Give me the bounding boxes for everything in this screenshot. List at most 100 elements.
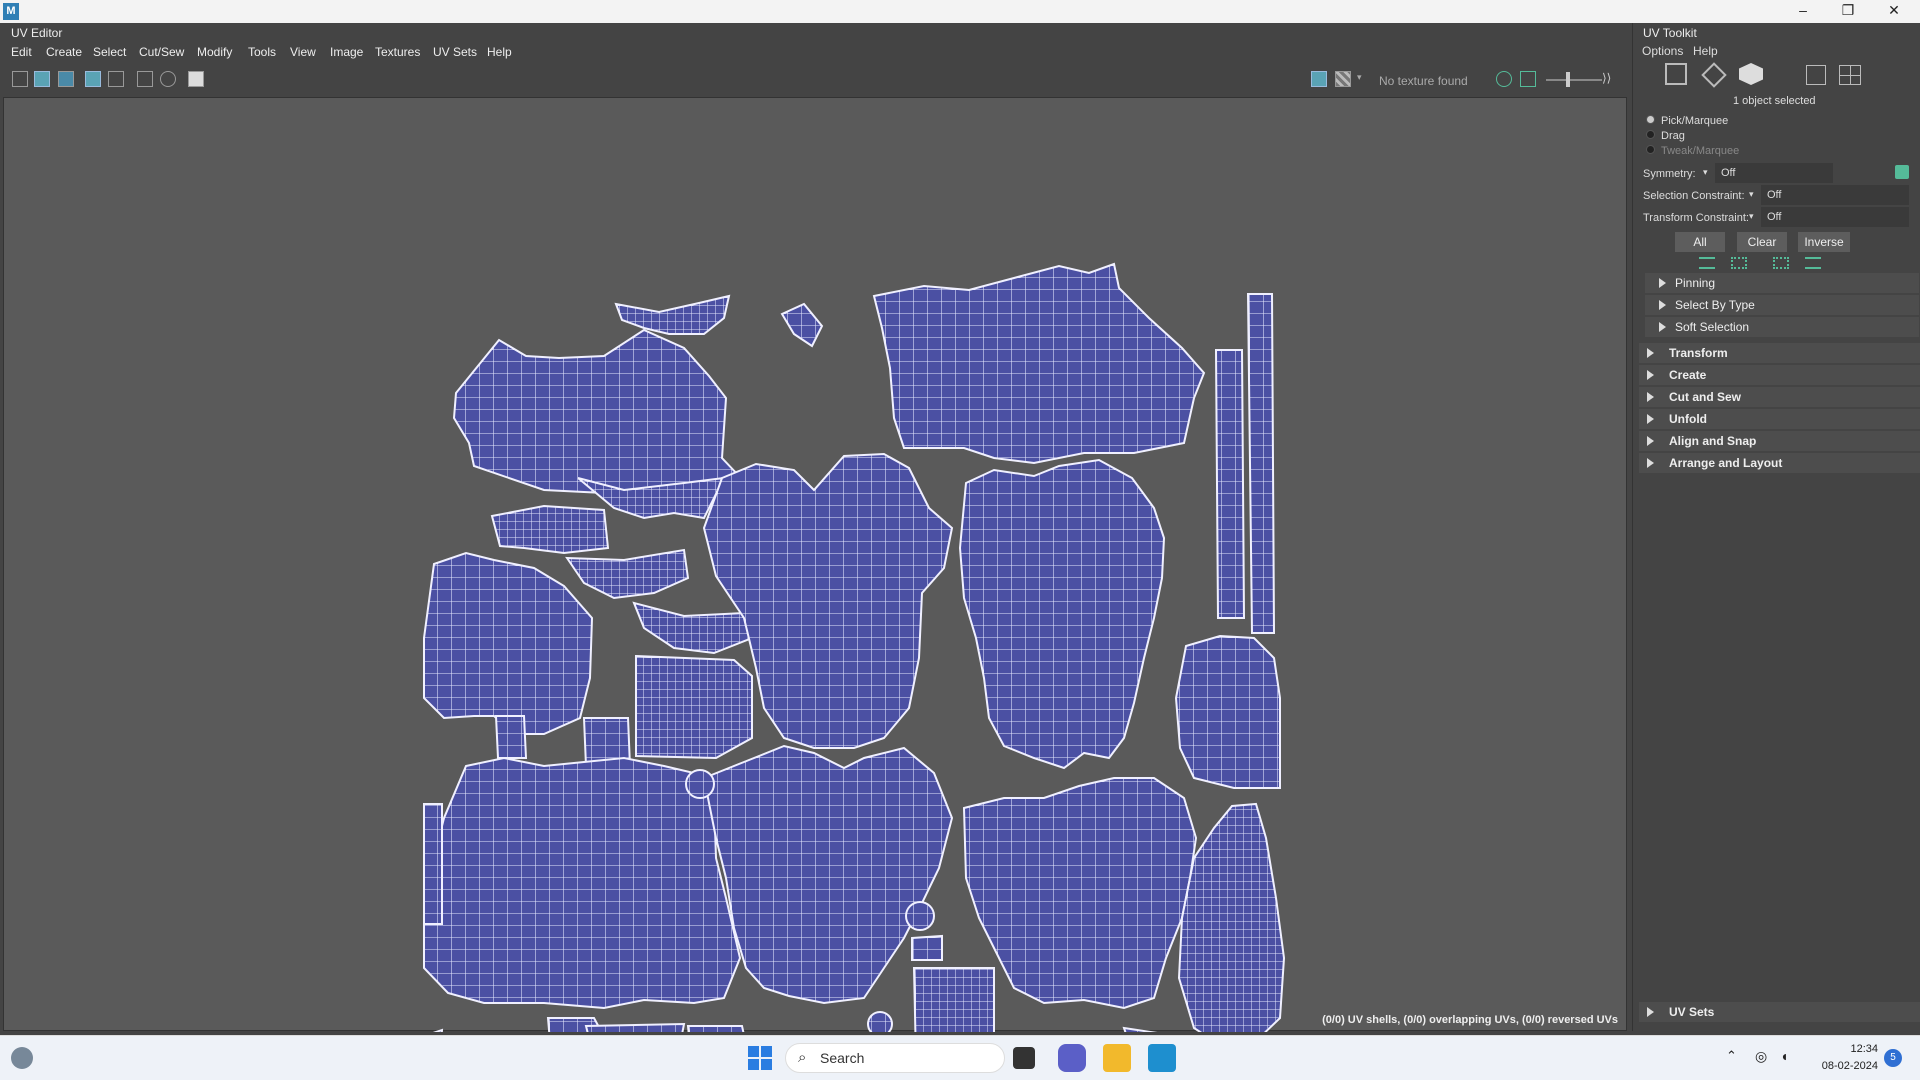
section-unfold[interactable]: Unfold	[1639, 409, 1920, 429]
network-icon[interactable]: ◎	[1755, 1048, 1767, 1065]
uv-shell	[423, 551, 594, 735]
uv-grid-icon[interactable]	[1839, 65, 1861, 85]
symmetry-value: Off	[1721, 167, 1736, 179]
expand-arrow-icon	[1647, 1007, 1654, 1017]
image-filter-icon[interactable]	[1311, 71, 1327, 87]
uv-toolkit-title: UV Toolkit	[1643, 26, 1697, 40]
section-arrange-and-layout[interactable]: Arrange and Layout	[1639, 453, 1920, 473]
show-hidden-icons-chevron[interactable]: ⌃	[1726, 1048, 1737, 1064]
section-pinning[interactable]: Pinning	[1645, 273, 1919, 293]
notification-badge[interactable]: 5	[1884, 1049, 1902, 1067]
drag-radio[interactable]	[1646, 130, 1655, 139]
menu-edit[interactable]: Edit	[11, 42, 32, 62]
close-button[interactable]: ✕	[1872, 0, 1916, 23]
select-shell-border-icon[interactable]	[1773, 257, 1789, 269]
menu-view[interactable]: View	[290, 42, 316, 62]
menu-cut-sew[interactable]: Cut/Sew	[139, 42, 184, 62]
pixel-snap-icon[interactable]	[160, 71, 176, 87]
select-edge-loop-icon[interactable]	[1805, 257, 1821, 269]
texture-display-icon[interactable]	[34, 71, 50, 87]
image-display-icon[interactable]	[58, 71, 74, 87]
uv-shell	[912, 967, 995, 1062]
menu-tools[interactable]: Tools	[248, 42, 276, 62]
menu-uv-sets[interactable]: UV Sets	[433, 42, 477, 62]
vertex-mode-icon[interactable]	[1665, 63, 1687, 85]
windows-taskbar: ⌕ Search ⌃ ◎ ◖ 12:34 08-02-2024 5	[0, 1035, 1920, 1080]
taskbar-search[interactable]: ⌕ Search	[785, 1043, 1005, 1073]
clear-selection-button[interactable]: Clear	[1737, 232, 1787, 252]
exposure-slider[interactable]	[1546, 79, 1602, 81]
symmetry-dropdown-icon[interactable]: ▾	[1703, 167, 1708, 178]
menu-create[interactable]: Create	[46, 42, 82, 62]
uv-shell	[490, 504, 610, 555]
uv-shell	[867, 1011, 893, 1037]
system-clock[interactable]: 12:34 08-02-2024	[1822, 1041, 1878, 1075]
image-range-icon[interactable]	[1520, 71, 1536, 87]
expand-arrow-icon	[1647, 436, 1654, 446]
maya-taskbar-icon[interactable]	[1148, 1044, 1176, 1072]
edge-mode-icon[interactable]	[1701, 62, 1727, 88]
pick-marquee-radio[interactable]	[1646, 115, 1655, 124]
transform-constraint-value: Off	[1767, 211, 1782, 223]
uv-shell-mode-icon[interactable]	[1739, 63, 1763, 85]
minimize-button[interactable]: –	[1781, 0, 1825, 23]
checker-dropdown-icon[interactable]: ▾	[1357, 72, 1362, 83]
uv-shell	[635, 654, 753, 760]
isolate-icon[interactable]	[1496, 71, 1512, 87]
menu-image[interactable]: Image	[330, 42, 363, 62]
selection-constraint-label: Selection Constraint:	[1643, 190, 1745, 202]
teams-chat-icon[interactable]	[1058, 1044, 1086, 1072]
shrink-selection-icon[interactable]	[1731, 257, 1747, 269]
uv-shell	[632, 601, 754, 655]
section-transform[interactable]: Transform	[1639, 343, 1920, 363]
checker-icon[interactable]	[1335, 71, 1351, 87]
uv-borders-icon[interactable]	[108, 71, 124, 87]
toolkit-menu-help[interactable]: Help	[1693, 44, 1718, 58]
inverse-selection-button[interactable]: Inverse	[1798, 232, 1850, 252]
transform-constraint-dropdown-icon[interactable]: ▾	[1749, 211, 1754, 222]
transform-constraint-field[interactable]: Off	[1761, 207, 1909, 227]
uv-shell	[1246, 293, 1276, 634]
uv-component-icon[interactable]	[1806, 65, 1826, 85]
transform-constraint-label: Transform Constraint:	[1643, 212, 1749, 224]
grid-icon[interactable]	[137, 71, 153, 87]
shaded-uv-icon[interactable]	[85, 71, 101, 87]
restore-button[interactable]: ❐	[1826, 0, 1870, 23]
expand-arrow-icon	[1647, 392, 1654, 402]
section-uv-sets[interactable]: UV Sets	[1639, 1002, 1920, 1022]
menu-help[interactable]: Help	[487, 42, 512, 62]
exposure-slider-handle[interactable]	[1566, 72, 1570, 87]
section-soft-selection[interactable]: Soft Selection	[1645, 317, 1919, 337]
texture-status: No texture found	[1379, 74, 1468, 88]
section-select-by-type[interactable]: Select By Type	[1645, 295, 1919, 315]
select-all-button[interactable]: All	[1675, 232, 1725, 252]
pick-marquee-label[interactable]: Pick/Marquee	[1661, 115, 1728, 127]
file-explorer-icon[interactable]	[1103, 1044, 1131, 1072]
menu-select[interactable]: Select	[93, 42, 126, 62]
drag-label[interactable]: Drag	[1661, 130, 1685, 142]
selection-constraint-dropdown-icon[interactable]: ▾	[1749, 189, 1754, 200]
menu-modify[interactable]: Modify	[197, 42, 232, 62]
uv-layout-icon[interactable]	[12, 71, 28, 87]
grow-selection-icon[interactable]	[1699, 257, 1715, 269]
menu-textures[interactable]: Textures	[375, 42, 420, 62]
uv-viewport[interactable]: (0/0) UV shells, (0/0) overlapping UVs, …	[3, 97, 1627, 1069]
toolbar-overflow-icon[interactable]: ⟩⟩	[1602, 71, 1611, 85]
widgets-icon[interactable]	[11, 1047, 33, 1069]
snapshot-icon[interactable]	[188, 71, 204, 87]
symmetry-options-icon[interactable]	[1895, 165, 1909, 179]
uv-editor-toolbar: ▾ No texture found ⟩⟩	[0, 63, 1629, 97]
selection-constraint-field[interactable]: Off	[1761, 185, 1909, 205]
volume-icon[interactable]: ◖	[1780, 1048, 1788, 1064]
section-cut-and-sew[interactable]: Cut and Sew	[1639, 387, 1920, 407]
symmetry-field[interactable]: Off	[1715, 163, 1833, 183]
start-icon[interactable]	[748, 1046, 772, 1070]
section-align-and-snap[interactable]: Align and Snap	[1639, 431, 1920, 451]
toolkit-menu-options[interactable]: Options	[1642, 44, 1683, 58]
task-view-icon[interactable]	[1013, 1047, 1035, 1069]
maya-app-icon: M	[3, 3, 19, 20]
uv-shell	[780, 302, 824, 348]
section-create[interactable]: Create	[1639, 365, 1920, 385]
uv-shell	[584, 1022, 686, 1067]
uv-shell	[494, 715, 528, 759]
